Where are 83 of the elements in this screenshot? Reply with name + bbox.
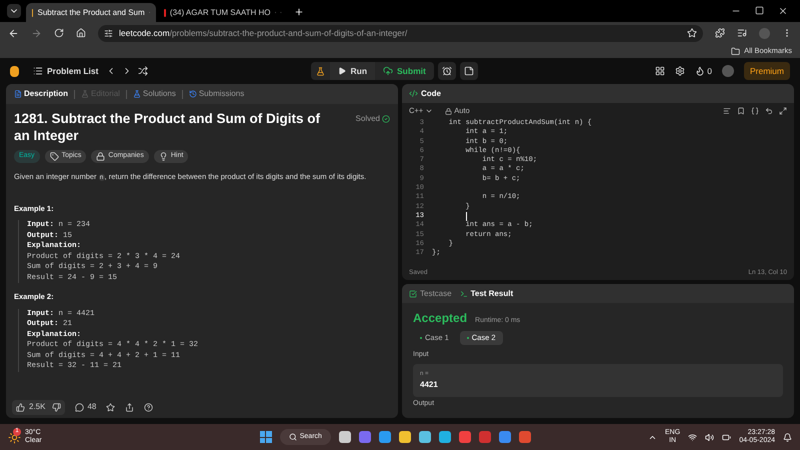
address-field[interactable]: leetcode.com/problems/subtract-the-product-and-sum-of-digits-of-an-integer/	[98, 24, 703, 42]
url-text: leetcode.com/problems/subtract-the-product-and-sum-of-digits-of-an-integer/	[119, 26, 408, 40]
logo-icon[interactable]	[10, 66, 19, 76]
verdict-text: Accepted	[413, 310, 468, 327]
braces-icon[interactable]	[751, 107, 759, 115]
comment-icon	[75, 402, 84, 412]
panel-tab[interactable]: Test Result	[460, 288, 514, 300]
list-icon	[33, 66, 43, 76]
format-icon[interactable]	[723, 107, 731, 115]
settings-icon[interactable]	[675, 66, 686, 76]
browser-tab[interactable]: (34) AGAR TUM SAATH HO	[158, 3, 288, 22]
document-icon	[14, 90, 22, 98]
shuffle-icon[interactable]	[138, 66, 148, 76]
lock-icon	[96, 152, 106, 161]
panel-tab[interactable]: Submissions	[186, 88, 246, 100]
undo-icon[interactable]	[765, 107, 773, 115]
back-icon[interactable]	[8, 28, 19, 38]
streak-count: 0	[707, 64, 712, 78]
share-icon[interactable]	[125, 402, 134, 412]
search-icon	[288, 433, 297, 441]
lock-icon	[445, 108, 452, 114]
help-icon[interactable]	[144, 402, 154, 412]
run-button[interactable]: Run	[330, 62, 376, 80]
thumbs-up-icon	[16, 402, 25, 412]
submit-button[interactable]: Submit	[375, 62, 434, 80]
reload-icon[interactable]	[54, 28, 64, 38]
note-icon[interactable]	[460, 62, 478, 80]
problem-title: 1281. Subtract the Product and Sum of Digits of an Integer	[14, 110, 322, 144]
like-dislike-control[interactable]: 2.5K	[12, 400, 66, 414]
taskbar-app-icon[interactable]	[418, 431, 431, 443]
alarm-icon[interactable]	[438, 62, 456, 80]
panel-tab[interactable]: Testcase	[409, 288, 452, 300]
home-icon[interactable]	[76, 28, 86, 38]
new-tab-icon[interactable]	[294, 7, 304, 17]
tab-title: Subtract the Product and Sum	[37, 6, 145, 18]
play-icon	[338, 67, 346, 75]
panel-tab[interactable]: Solutions	[130, 88, 178, 100]
star-icon	[687, 28, 697, 38]
comments-button[interactable]: 48	[75, 401, 96, 413]
site-settings-icon	[104, 28, 113, 38]
taskbar-app-icon[interactable]	[438, 431, 451, 443]
cloud-upload-icon	[383, 66, 394, 76]
folder-icon	[731, 46, 740, 56]
taskbar-app-icon[interactable]	[458, 431, 471, 443]
check-circle-icon	[382, 115, 390, 123]
battery-icon[interactable]	[722, 432, 732, 442]
layout-icon[interactable]	[655, 66, 666, 76]
tab-list-icon[interactable]	[7, 4, 21, 18]
avatar[interactable]	[722, 65, 734, 77]
history-icon	[188, 90, 197, 98]
wifi-icon[interactable]	[688, 432, 698, 442]
forward-icon[interactable]	[31, 28, 42, 38]
lightbulb-icon	[158, 152, 168, 161]
code-icon	[409, 89, 418, 98]
premium-button[interactable]: Premium	[744, 62, 790, 80]
problem-list-link[interactable]: Problem List	[47, 64, 98, 78]
taskbar-app-icon[interactable]	[498, 431, 511, 443]
tab-title: (34) AGAR TUM SAATH HO	[170, 6, 271, 18]
browser-tab[interactable]: Subtract the Product and Sum	[26, 3, 156, 22]
panel-tab[interactable]: Description	[12, 88, 70, 100]
maximize-icon[interactable]	[755, 6, 764, 16]
taskbar-app-icon[interactable]	[378, 431, 391, 443]
panel-title: Code	[421, 88, 441, 100]
terminal-icon	[460, 290, 468, 298]
taskbar-app-icon[interactable]	[338, 431, 351, 443]
checkbox-icon	[409, 290, 417, 298]
expand-icon[interactable]	[779, 107, 787, 115]
flask-icon	[81, 90, 90, 98]
input-value: 4421	[420, 378, 439, 390]
solved-status: Solved	[356, 113, 390, 125]
taskbar-app-icon[interactable]	[398, 431, 411, 443]
weather-icon	[8, 430, 21, 444]
thumbs-down-icon	[52, 402, 62, 412]
playlist-icon[interactable]	[737, 28, 747, 38]
puzzle-icon[interactable]	[715, 28, 725, 38]
flame-icon	[695, 66, 706, 76]
flask-icon	[132, 90, 141, 98]
bookmark-icon[interactable]	[737, 107, 745, 115]
caret-icon	[425, 107, 434, 115]
notification-icon[interactable]	[783, 432, 792, 442]
star-icon[interactable]	[106, 402, 116, 412]
start-icon[interactable]	[260, 431, 272, 443]
tag-icon	[50, 152, 59, 161]
